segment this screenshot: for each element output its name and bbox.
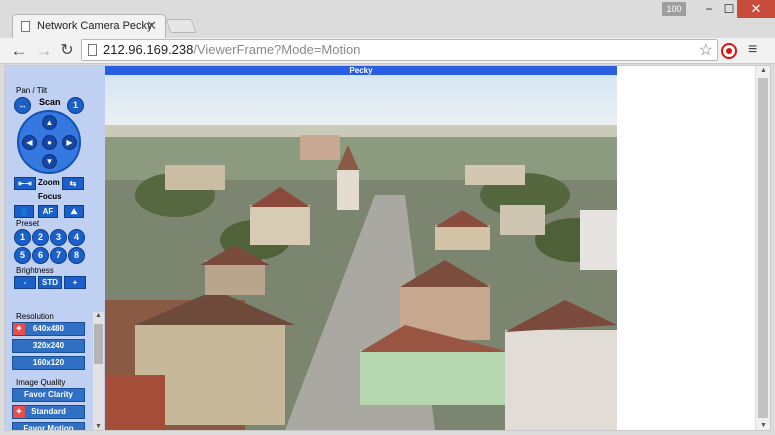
quality-option-favor-clarity[interactable]: Favor Clarity: [12, 388, 85, 402]
resolution-option-640x480[interactable]: ✦ 640x480: [12, 322, 85, 336]
brightness-label: Brightness: [16, 266, 54, 275]
tilt-down-button[interactable]: ▼: [42, 154, 57, 169]
browser-tab[interactable]: Network Camera Pecky ✕: [12, 14, 166, 38]
page-favicon-icon: [21, 21, 30, 32]
preset-3-button[interactable]: 3: [50, 229, 67, 246]
preset-5-button[interactable]: 5: [14, 247, 31, 264]
browser-titlebar: Network Camera Pecky ✕ 100 − ☐ ✕: [0, 0, 775, 38]
pan-right-button[interactable]: ▶: [62, 135, 77, 150]
scroll-down-icon[interactable]: ▼: [95, 423, 102, 430]
tab-close-icon[interactable]: ✕: [146, 18, 157, 34]
resolution-option-320x240[interactable]: 320x240: [12, 339, 85, 353]
focus-far-button[interactable]: ⛰: [64, 205, 84, 218]
close-window-button[interactable]: ✕: [737, 0, 775, 18]
preset-4-button[interactable]: 4: [68, 229, 85, 246]
resolution-option-160x120[interactable]: 160x120: [12, 356, 85, 370]
tab-title: Network Camera Pecky: [37, 20, 153, 32]
scroll-up-icon[interactable]: ▲: [95, 312, 102, 319]
new-tab-button[interactable]: [165, 19, 197, 33]
preset-2-button[interactable]: 2: [32, 229, 49, 246]
bookmark-star-icon[interactable]: ☆: [699, 40, 713, 60]
reload-button[interactable]: ↻: [57, 41, 77, 61]
page-icon: [88, 44, 97, 56]
preset-1-button[interactable]: 1: [14, 229, 31, 246]
resolution-label: Resolution: [16, 312, 54, 321]
preset-label: Preset: [16, 219, 40, 228]
resolution-label-640: 640x480: [32, 324, 65, 333]
scan-left-right-button[interactable]: ↔: [14, 97, 31, 114]
zoom-label: Zoom: [38, 178, 60, 187]
camera-control-panel: Pan / Tilt ↔ Scan 1 ▲ ◀ ● ▶ ▼ ⇤⇥ Zoom ⇆ …: [5, 66, 105, 430]
browser-menu-icon[interactable]: ≡: [748, 41, 757, 59]
scan-label: Scan: [39, 97, 61, 107]
preset-8-button[interactable]: 8: [68, 247, 85, 264]
page-empty-area: [617, 66, 755, 430]
page-scrollbar[interactable]: ▲ ▼: [755, 66, 770, 430]
page-content: Pan / Tilt ↔ Scan 1 ▲ ◀ ● ▶ ▼ ⇤⇥ Zoom ⇆ …: [4, 65, 771, 431]
tilt-up-button[interactable]: ▲: [42, 115, 57, 130]
selected-marker-icon: ✦: [13, 406, 25, 418]
pan-tilt-label: Pan / Tilt: [16, 86, 48, 95]
camera-view: Pecky: [105, 66, 617, 430]
brightness-minus-button[interactable]: -: [14, 276, 36, 289]
sidebar-scroll-thumb[interactable]: [94, 324, 103, 364]
zoom-in-button[interactable]: ⇆: [62, 177, 84, 190]
scan-number-button[interactable]: 1: [67, 97, 84, 114]
quality-label-standard: Standard: [31, 407, 66, 416]
pan-left-button[interactable]: ◀: [22, 135, 37, 150]
camera-live-image[interactable]: [105, 75, 617, 430]
brightness-plus-button[interactable]: +: [64, 276, 86, 289]
url-text[interactable]: 212.96.169.238/ViewerFrame?Mode=Motion: [103, 42, 360, 57]
autofocus-button[interactable]: AF: [38, 205, 58, 218]
image-quality-label: Image Quality: [16, 378, 66, 387]
url-path: /ViewerFrame?Mode=Motion: [193, 42, 361, 57]
address-bar[interactable]: 212.96.169.238/ViewerFrame?Mode=Motion ☆: [81, 39, 718, 61]
forward-button[interactable]: →: [34, 41, 54, 61]
brightness-std-button[interactable]: STD: [38, 276, 62, 289]
preset-6-button[interactable]: 6: [32, 247, 49, 264]
page-scroll-up-icon[interactable]: ▲: [760, 67, 767, 74]
camera-title: Pecky: [105, 66, 617, 75]
zoom-out-button[interactable]: ⇤⇥: [14, 177, 36, 190]
browser-toolbar: ← → ↻ 212.96.169.238/ViewerFrame?Mode=Mo…: [0, 38, 775, 64]
pan-tilt-dpad: ▲ ◀ ● ▶ ▼: [17, 110, 81, 174]
page-scroll-thumb[interactable]: [758, 78, 768, 418]
url-host: 212.96.169.238: [103, 42, 194, 57]
sidebar-scrollbar[interactable]: ▲ ▼: [93, 312, 104, 430]
focus-near-button[interactable]: 👤: [14, 205, 34, 218]
quality-option-favor-motion[interactable]: Favor Motion: [12, 422, 85, 430]
back-button[interactable]: ←: [9, 41, 29, 61]
quality-option-standard[interactable]: ✦ Standard: [12, 405, 85, 419]
record-extension-icon[interactable]: [721, 43, 737, 59]
page-scroll-down-icon[interactable]: ▼: [760, 422, 767, 429]
home-position-button[interactable]: ●: [42, 135, 57, 150]
focus-label: Focus: [38, 192, 62, 201]
window-badge: 100: [662, 2, 686, 16]
preset-7-button[interactable]: 7: [50, 247, 67, 264]
selected-marker-icon: ✦: [13, 323, 25, 335]
